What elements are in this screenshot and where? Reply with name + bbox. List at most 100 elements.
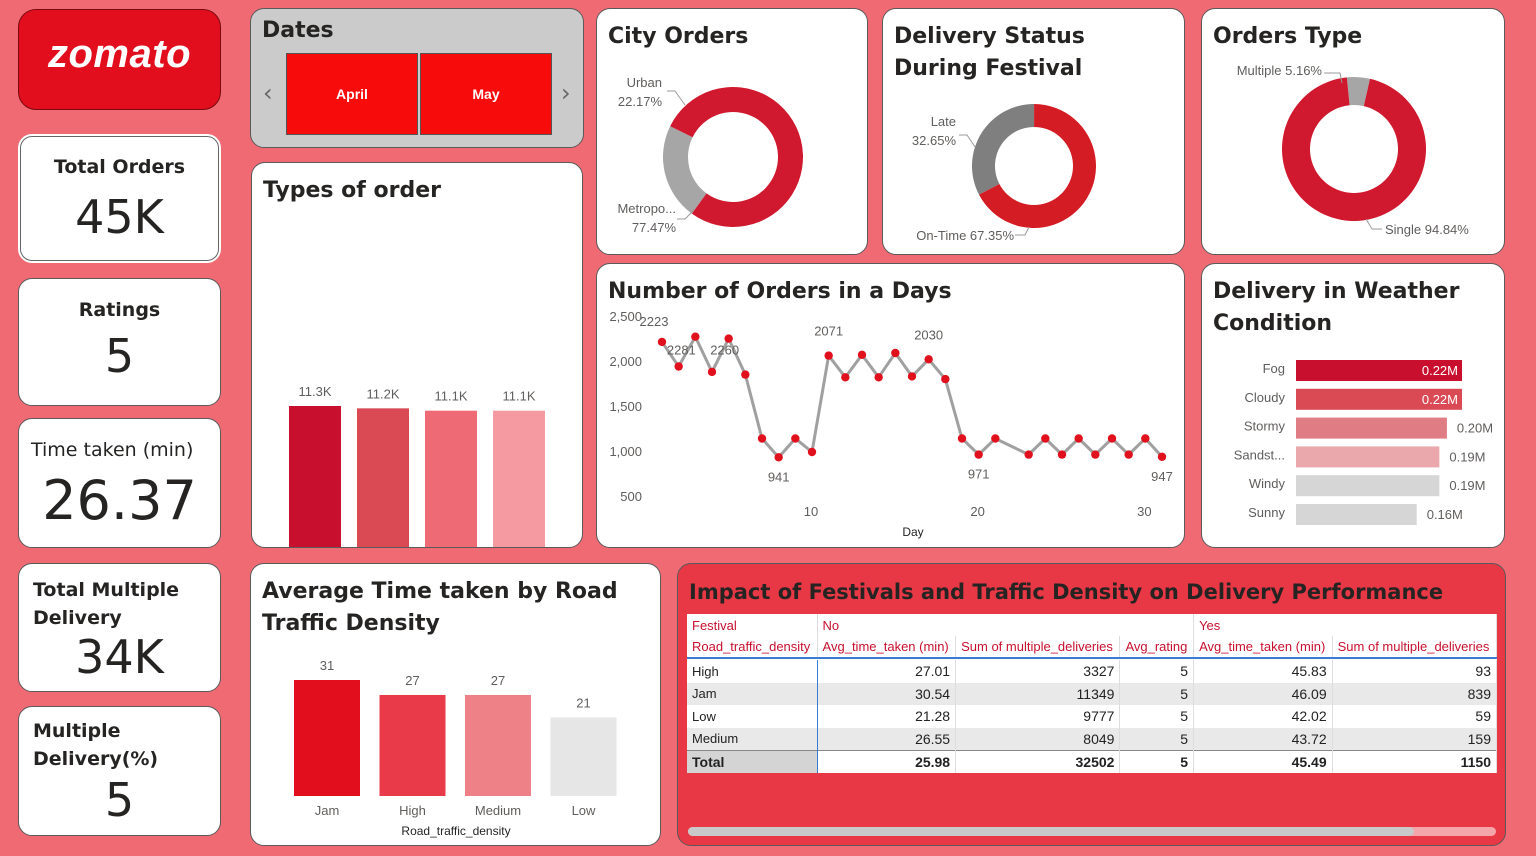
kpi-ratings: Ratings 5 xyxy=(18,278,221,406)
leader-line xyxy=(1015,226,1030,236)
date-button-may[interactable]: May xyxy=(420,53,552,135)
bar xyxy=(425,410,477,547)
bar-data-label: 0.19M xyxy=(1449,478,1485,493)
x-axis-label: Road_traffic_density xyxy=(401,824,510,838)
table-cell: High xyxy=(687,660,818,683)
slice-label: Metropo... xyxy=(617,201,676,216)
column-header[interactable]: Avg_time_taken (min) xyxy=(1193,636,1333,658)
column-header[interactable]: Sum of multiple_deliveries xyxy=(955,636,1121,658)
impact-table-wrapper: Festival No Yes Road_traffic_density Avg… xyxy=(687,614,1498,773)
data-point xyxy=(1107,434,1117,443)
x-tick-label: 20 xyxy=(970,504,984,519)
table-cell: 25.98 xyxy=(817,749,957,773)
table-cell: 3327 xyxy=(955,660,1121,683)
point-data-label: 971 xyxy=(968,467,990,482)
table-row: High 27.01 3327 5 45.83 93 xyxy=(687,660,1498,683)
bar-data-label: 27 xyxy=(491,673,505,688)
table-cell: 9777 xyxy=(955,705,1121,728)
bar xyxy=(1296,475,1440,497)
table-cell: Total xyxy=(687,749,818,773)
y-tick-label: 2,500 xyxy=(609,309,642,324)
category-label: Medium xyxy=(475,803,521,818)
types-of-order-chart: 11.3KSnack11.2KMeal11.1KDrinks11.1KBuffe… xyxy=(289,384,545,547)
data-point xyxy=(1024,450,1033,459)
kpi-total-orders: Total Orders 45K xyxy=(18,134,221,263)
slice-value-label: 32.65% xyxy=(912,133,957,148)
chevron-right-icon[interactable]: › xyxy=(561,81,571,105)
table-cell: 11349 xyxy=(955,682,1121,705)
kpi-value: 26.37 xyxy=(42,469,197,532)
date-button-april[interactable]: April xyxy=(286,53,418,135)
y-tick-label: 1,000 xyxy=(609,444,642,459)
bar xyxy=(357,408,409,547)
slice-label: Urban xyxy=(627,75,662,90)
orders-in-days-chart: 5001,0001,5002,0002,50010 20 30Day22232281… xyxy=(609,309,1172,539)
kpi-value: 5 xyxy=(104,329,135,383)
x-tick-label: 10 xyxy=(804,504,818,519)
bar xyxy=(465,694,531,796)
bar-data-label: 0.22M xyxy=(1422,392,1458,407)
festival-header: Festival xyxy=(687,614,818,636)
column-header[interactable]: Avg_time_taken (min) xyxy=(817,636,957,658)
data-point xyxy=(791,434,800,443)
category-label: Sandst... xyxy=(1234,447,1285,462)
impact-table: Festival No Yes Road_traffic_density Avg… xyxy=(687,614,1498,773)
data-point xyxy=(1041,434,1050,443)
kpi-label: Ratings xyxy=(78,299,161,321)
chart-title: Impact of Festivals and Traffic Density … xyxy=(689,580,1444,604)
table-cell: 32502 xyxy=(955,749,1121,773)
bar-data-label: 11.1K xyxy=(502,389,535,404)
orders-type-chart: Multiple 5.16% Single 94.84% xyxy=(1237,63,1470,237)
orders-in-days-card: Number of Orders in a Days 500 1,000 1,500… xyxy=(596,263,1185,548)
horizontal-scrollbar[interactable] xyxy=(688,827,1496,836)
table-cell: 8049 xyxy=(955,727,1121,750)
leader-line xyxy=(1365,218,1382,230)
data-point xyxy=(757,434,767,443)
data-point xyxy=(774,453,783,462)
bar xyxy=(1296,446,1440,468)
table-total-row: Total 25.98 32502 5 45.49 1150 xyxy=(687,749,1498,773)
data-point xyxy=(741,370,750,379)
point-data-label: 2030 xyxy=(914,327,943,342)
table-cell: 839 xyxy=(1332,682,1498,705)
group-header-no: No xyxy=(817,614,1195,636)
kpi-label: Multiple Delivery(%) xyxy=(33,720,159,770)
scrollbar-thumb[interactable] xyxy=(688,827,1414,836)
data-point xyxy=(957,434,967,443)
slice-label: On-Time 67.35% xyxy=(916,228,1014,243)
category-label: Fog xyxy=(1263,361,1285,376)
slice-label: Single 94.84% xyxy=(1385,222,1469,237)
chevron-left-icon[interactable]: ‹ xyxy=(263,81,273,105)
point-data-label: 2260 xyxy=(710,343,739,358)
slice-label: Late xyxy=(931,114,956,129)
city-orders-card: City Orders Urban 22.17% Metropo... 77.47% xyxy=(596,8,868,255)
weather-card: Delivery in Weather Condition Fog 0.22M Cl… xyxy=(1201,263,1505,548)
column-header[interactable]: Sum of multiple_deliveries xyxy=(1332,636,1498,658)
bar xyxy=(493,410,545,547)
column-header[interactable]: Road_traffic_density xyxy=(687,636,818,658)
data-point xyxy=(991,434,1000,443)
table-cell: 5 xyxy=(1119,705,1195,728)
data-point xyxy=(1074,434,1083,443)
point-data-label: 941 xyxy=(768,469,790,484)
kpi-time-taken: Time taken (min) 26.37 xyxy=(18,418,221,548)
slice-label: Multiple 5.16% xyxy=(1237,63,1323,78)
bar xyxy=(379,694,446,796)
bar-data-label: 21 xyxy=(576,695,590,710)
group-header-yes: Yes xyxy=(1193,614,1497,636)
table-cell: 5 xyxy=(1119,682,1195,705)
table-cell: 5 xyxy=(1119,660,1195,683)
data-point xyxy=(1057,450,1067,459)
city-orders-chart: Urban 22.17% Metropo... 77.47% xyxy=(617,75,803,235)
data-point xyxy=(691,332,700,341)
y-tick-label: 1,500 xyxy=(609,399,642,414)
data-point xyxy=(857,350,867,359)
column-header[interactable]: Avg_rating xyxy=(1119,636,1195,658)
data-point xyxy=(974,450,983,459)
category-label: Sunny xyxy=(1248,505,1285,520)
point-data-label: 2223 xyxy=(640,314,669,329)
impact-table-card: Impact of Festivals and Traffic Density … xyxy=(677,563,1506,846)
table-cell: 42.02 xyxy=(1193,705,1333,728)
kpi-label: Total Multiple Delivery xyxy=(33,579,180,629)
kpi-label: Total Orders xyxy=(53,156,186,178)
